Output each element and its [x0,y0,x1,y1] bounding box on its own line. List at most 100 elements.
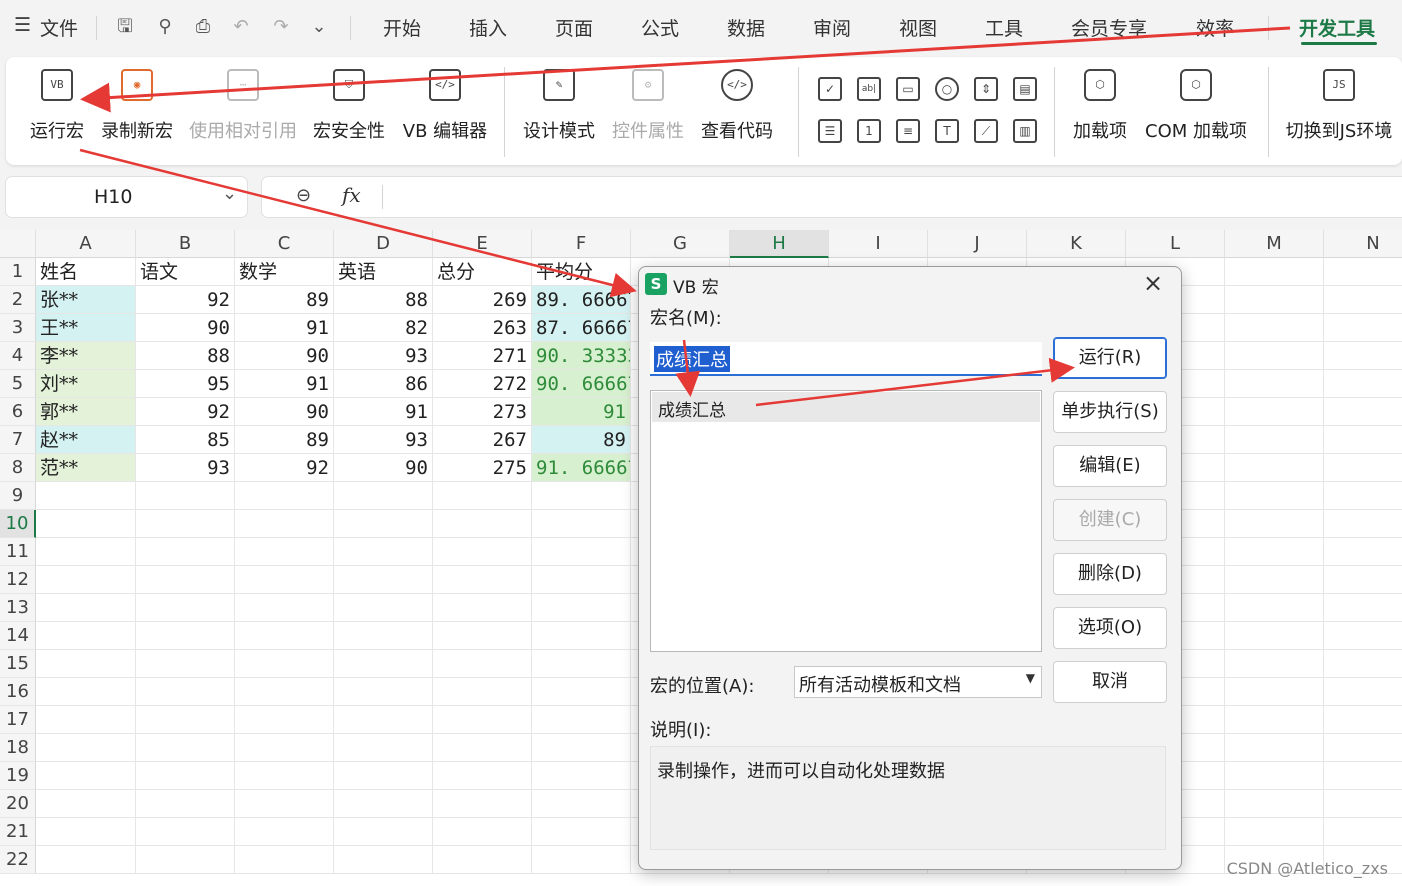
cell[interactable] [532,510,631,538]
addins-button[interactable]: ⬡ 加载项 [1068,69,1132,143]
text-control-icon[interactable]: T [935,119,959,143]
cell[interactable] [36,650,136,678]
formula-bar[interactable]: ⊖ fx [262,177,1402,217]
cell[interactable] [433,622,532,650]
cell[interactable] [136,846,235,874]
cell[interactable] [1324,566,1402,594]
table-cell[interactable]: 90 [334,454,433,482]
vb-editor-button[interactable]: </> VB 编辑器 [400,69,490,143]
cell[interactable] [433,538,532,566]
cell[interactable] [1225,258,1324,286]
cell[interactable] [235,482,334,510]
table-cell[interactable]: 273 [433,398,532,426]
cell[interactable] [433,678,532,706]
macro-location-select[interactable]: 所有活动模板和文档 ▼ [794,666,1042,698]
cell[interactable] [1225,678,1324,706]
format-painter-icon[interactable]: ⚲ [152,14,178,40]
table-cell[interactable]: 85 [136,426,235,454]
list-item[interactable]: 成绩汇总 [652,392,1040,422]
column-header-h[interactable]: H [730,230,829,258]
table-header-cell[interactable]: 语文 [136,258,235,286]
column-header-c[interactable]: C [235,230,334,258]
image-control-icon[interactable]: ⟋ [974,119,998,143]
cell[interactable] [36,594,136,622]
table-cell[interactable]: 275 [433,454,532,482]
tab-efficiency[interactable]: 效率 [1196,14,1234,41]
table-cell[interactable]: 89. 66667 [532,286,631,314]
row-header-11[interactable]: 11 [0,538,36,566]
cell[interactable] [1225,510,1324,538]
table-cell[interactable]: 271 [433,342,532,370]
cell[interactable] [1225,538,1324,566]
column-header-m[interactable]: M [1225,230,1324,258]
cell[interactable] [235,790,334,818]
row-header-8[interactable]: 8 [0,454,36,482]
cell[interactable] [1324,342,1402,370]
control-properties-button[interactable]: ⚙ 控件属性 [610,69,686,143]
table-header-cell[interactable]: 平均分 [532,258,631,286]
listbox-control-icon[interactable]: ▥ [1013,119,1037,143]
column-header-g[interactable]: G [631,230,730,258]
radio-control-icon[interactable]: ○ [935,77,959,101]
cell[interactable] [334,650,433,678]
cell[interactable] [1225,622,1324,650]
cell[interactable] [1225,426,1324,454]
button-control-icon[interactable]: ▭ [896,77,920,101]
cell[interactable] [36,706,136,734]
table-cell[interactable]: 82 [334,314,433,342]
cell[interactable] [334,706,433,734]
cell[interactable] [1324,286,1402,314]
chevron-down-icon[interactable]: ⌄ [306,14,332,40]
zoom-formula-icon[interactable]: ⊖ [296,185,311,206]
cell[interactable] [136,678,235,706]
cell[interactable] [334,566,433,594]
table-cell[interactable]: 91. 66667 [532,454,631,482]
cell[interactable] [1225,454,1324,482]
run-macro-button[interactable]: VB 运行宏 [28,69,86,143]
cell[interactable] [235,538,334,566]
cell[interactable] [1324,762,1402,790]
cell[interactable] [1324,594,1402,622]
tab-review[interactable]: 审阅 [813,14,851,41]
tab-view[interactable]: 视图 [899,14,937,41]
cell[interactable] [334,790,433,818]
cell[interactable] [1324,426,1402,454]
design-mode-button[interactable]: ✎ 设计模式 [520,69,598,143]
cell[interactable] [433,790,532,818]
cell[interactable] [136,734,235,762]
macro-name-input[interactable]: 成绩汇总 [650,342,1042,376]
cell[interactable] [136,762,235,790]
table-cell[interactable]: 90 [136,314,235,342]
table-cell[interactable]: 91 [235,314,334,342]
table-cell[interactable]: 范** [36,454,136,482]
cell[interactable] [334,846,433,874]
cell[interactable] [36,734,136,762]
close-icon[interactable]: × [1143,269,1163,297]
label-control-icon[interactable]: 1 [857,119,881,143]
column-header-b[interactable]: B [136,230,235,258]
cell[interactable] [433,734,532,762]
cell[interactable] [334,622,433,650]
cell[interactable] [136,706,235,734]
checkbox-control-icon[interactable]: ✓ [818,77,842,101]
cell[interactable] [136,622,235,650]
cell[interactable] [235,594,334,622]
table-header-cell[interactable]: 数学 [235,258,334,286]
table-cell[interactable]: 李** [36,342,136,370]
textbox-control-icon[interactable]: ab| [857,77,881,101]
delete-button[interactable]: 删除(D) [1053,553,1167,595]
column-header-j[interactable]: J [928,230,1027,258]
tab-developer[interactable]: 开发工具 [1299,14,1375,41]
table-cell[interactable]: 87. 66667 [532,314,631,342]
cell[interactable] [36,510,136,538]
table-cell[interactable]: 86 [334,370,433,398]
table-cell[interactable]: 91 [532,398,631,426]
row-header-20[interactable]: 20 [0,790,36,818]
table-cell[interactable]: 272 [433,370,532,398]
cell[interactable] [136,482,235,510]
print-preview-icon[interactable]: ⎙ [190,14,216,40]
cell[interactable] [433,510,532,538]
tab-member[interactable]: 会员专享 [1071,14,1147,41]
table-cell[interactable]: 90. 33333 [532,342,631,370]
table-cell[interactable]: 90 [235,398,334,426]
